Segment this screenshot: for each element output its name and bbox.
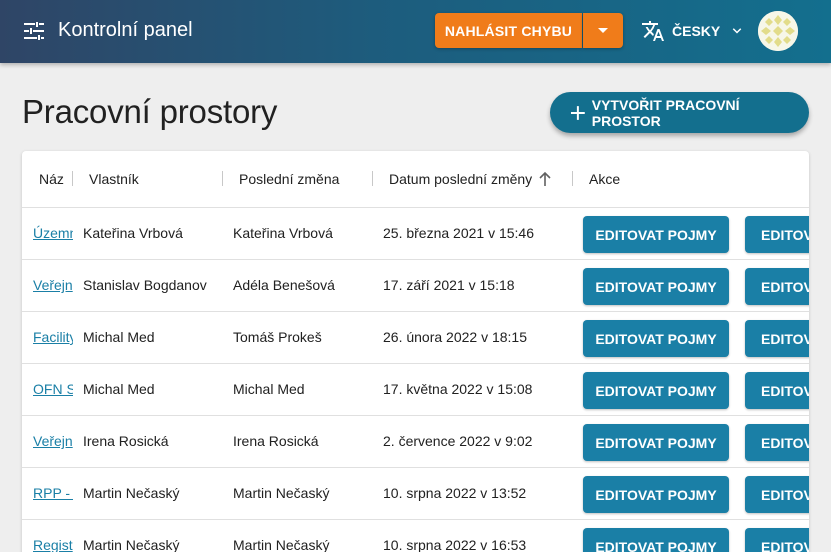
edit-secondary-button[interactable]: EDITOV bbox=[745, 320, 809, 357]
create-workspace-button[interactable]: VYTVOŘIT PRACOVNÍ PROSTOR bbox=[550, 92, 809, 133]
edit-terms-button[interactable]: EDITOVAT POJMY bbox=[583, 424, 729, 461]
owner-cell: Michal Med bbox=[83, 329, 155, 345]
column-header-last-change-date[interactable]: Datum poslední změny bbox=[389, 171, 532, 187]
plus-icon bbox=[570, 105, 585, 120]
edit-secondary-button[interactable]: EDITOV bbox=[745, 476, 809, 513]
column-divider[interactable] bbox=[222, 171, 223, 186]
owner-cell: Martin Nečaský bbox=[83, 537, 180, 552]
table-row: Regist Martin Nečaský Martin Nečaský 10. sr… bbox=[22, 520, 809, 552]
language-selector[interactable]: ČESKY bbox=[641, 19, 746, 43]
edit-secondary-button[interactable]: EDITOV bbox=[745, 424, 809, 461]
last-changed-by-cell: Kateřina Vrbová bbox=[233, 225, 333, 241]
table-row: Veřejn Stanislav Bogdanov Adéla Benešová 17… bbox=[22, 260, 809, 312]
table-row: RPP - r Martin Nečaský Martin Nečaský 10. s… bbox=[22, 468, 809, 520]
owner-cell: Kateřina Vrbová bbox=[83, 225, 183, 241]
owner-cell: Martin Nečaský bbox=[83, 485, 180, 501]
report-bug-menu-button[interactable] bbox=[583, 13, 623, 48]
identicon-icon bbox=[758, 11, 798, 51]
workspace-name-link[interactable]: Regist bbox=[33, 537, 73, 552]
column-header-name[interactable]: Náz bbox=[39, 171, 64, 187]
create-workspace-label: VYTVOŘIT PRACOVNÍ PROSTOR bbox=[591, 96, 740, 129]
owner-cell: Stanislav Bogdanov bbox=[83, 277, 207, 293]
last-change-date-cell: 17. září 2021 v 15:18 bbox=[383, 277, 515, 293]
last-changed-by-cell: Michal Med bbox=[233, 381, 305, 397]
table-row: Územn Kateřina Vrbová Kateřina Vrbová 25. b… bbox=[22, 208, 809, 260]
last-change-date-cell: 10. srpna 2022 v 16:53 bbox=[383, 537, 527, 552]
last-changed-by-cell: Martin Nečaský bbox=[233, 485, 330, 501]
workspace-name-link[interactable]: Veřejn bbox=[33, 277, 73, 293]
table-row: Veřejn Irena Rosická Irena Rosická 2. červe… bbox=[22, 416, 809, 468]
top-app-bar: Kontrolní panel NAHLÁSIT CHYBU ČESKY bbox=[0, 0, 831, 63]
workspaces-table: Náz Vlastník Poslední změna Datum posled… bbox=[22, 151, 809, 552]
workspace-name-link[interactable]: Územn bbox=[33, 225, 73, 241]
tune-icon[interactable] bbox=[24, 22, 44, 40]
translate-icon bbox=[642, 21, 664, 41]
last-change-date-cell: 10. srpna 2022 v 13:52 bbox=[383, 485, 527, 501]
last-change-date-cell: 26. února 2022 v 18:15 bbox=[383, 329, 528, 345]
column-header-owner[interactable]: Vlastník bbox=[89, 171, 139, 187]
report-bug-button[interactable]: NAHLÁSIT CHYBU bbox=[435, 13, 582, 48]
sort-ascending-icon[interactable] bbox=[538, 171, 552, 187]
edit-terms-button[interactable]: EDITOVAT POJMY bbox=[583, 320, 729, 357]
edit-secondary-button[interactable]: EDITOV bbox=[745, 216, 809, 253]
table-row: OFN S Michal Med Michal Med 17. května 2022… bbox=[22, 364, 809, 416]
caret-down-icon bbox=[598, 27, 608, 33]
edit-secondary-button[interactable]: EDITOV bbox=[745, 528, 809, 552]
owner-cell: Michal Med bbox=[83, 381, 155, 397]
edit-secondary-button[interactable]: EDITOV bbox=[745, 372, 809, 409]
last-change-date-cell: 2. července 2022 v 9:02 bbox=[383, 433, 533, 449]
column-divider[interactable] bbox=[372, 171, 373, 186]
last-changed-by-cell: Martin Nečaský bbox=[233, 537, 330, 552]
workspace-name-link[interactable]: Facility bbox=[33, 329, 73, 345]
column-header-last-change[interactable]: Poslední změna bbox=[239, 171, 339, 187]
user-avatar[interactable] bbox=[758, 11, 798, 51]
language-label: ČESKY bbox=[672, 23, 721, 39]
column-header-actions: Akce bbox=[589, 171, 621, 187]
edit-terms-button[interactable]: EDITOVAT POJMY bbox=[583, 268, 729, 305]
edit-terms-button[interactable]: EDITOVAT POJMY bbox=[583, 476, 729, 513]
edit-terms-button[interactable]: EDITOVAT POJMY bbox=[583, 528, 729, 552]
last-changed-by-cell: Irena Rosická bbox=[233, 433, 319, 449]
edit-secondary-button[interactable]: EDITOV bbox=[745, 268, 809, 305]
column-divider[interactable] bbox=[72, 171, 73, 186]
workspace-name-link[interactable]: RPP - r bbox=[33, 485, 73, 501]
owner-cell: Irena Rosická bbox=[83, 433, 169, 449]
last-change-date-cell: 25. března 2021 v 15:46 bbox=[383, 225, 535, 241]
table-row: Facility Michal Med Tomáš Prokeš 26. února … bbox=[22, 312, 809, 364]
last-changed-by-cell: Adéla Benešová bbox=[233, 277, 335, 293]
last-changed-by-cell: Tomáš Prokeš bbox=[233, 329, 322, 345]
chevron-down-icon bbox=[732, 28, 742, 34]
page-title: Pracovní prostory bbox=[22, 93, 278, 130]
edit-terms-button[interactable]: EDITOVAT POJMY bbox=[583, 216, 729, 253]
table-header: Náz Vlastník Poslední změna Datum posled… bbox=[22, 151, 809, 208]
edit-terms-button[interactable]: EDITOVAT POJMY bbox=[583, 372, 729, 409]
app-title: Kontrolní panel bbox=[58, 19, 193, 41]
workspace-name-link[interactable]: OFN S bbox=[33, 381, 73, 397]
workspace-name-link[interactable]: Veřejn bbox=[33, 433, 73, 449]
column-divider[interactable] bbox=[572, 171, 573, 186]
last-change-date-cell: 17. května 2022 v 15:08 bbox=[383, 381, 533, 397]
